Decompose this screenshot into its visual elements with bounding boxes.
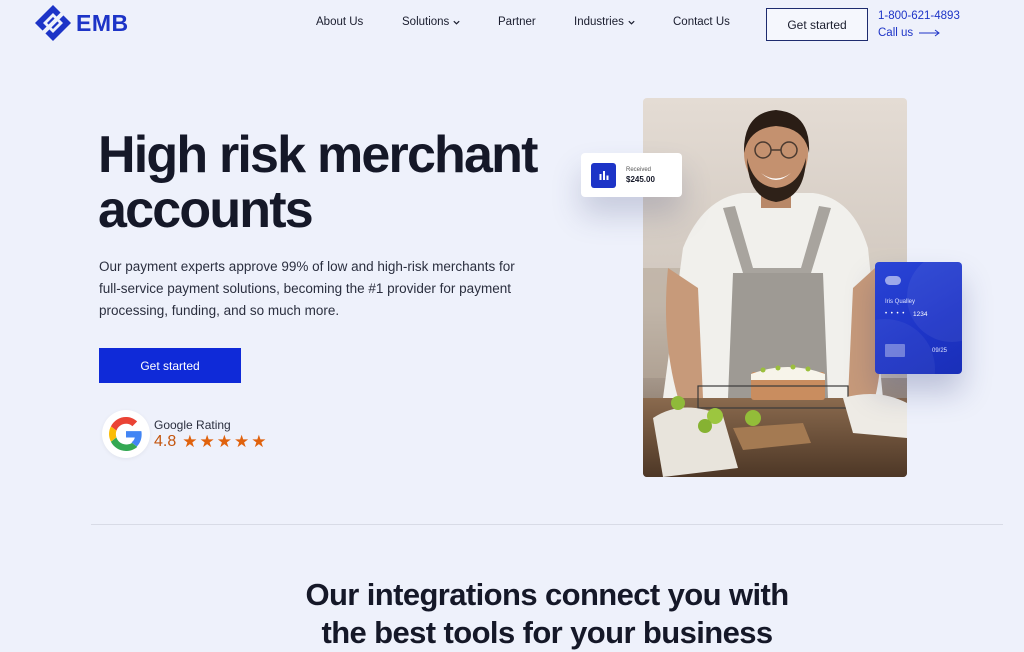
hero-get-started-button[interactable]: Get started <box>99 348 241 383</box>
rating-label: Google Rating <box>154 417 231 432</box>
chevron-down-icon <box>453 20 460 25</box>
star-icon: ★ <box>182 432 198 451</box>
bar-chart-icon <box>591 162 616 188</box>
rating-score: 4.8 <box>154 432 177 450</box>
main-nav: About Us Solutions Partner Industries Co… <box>0 16 1024 32</box>
star-icon: ★ <box>199 432 215 451</box>
rating-stars: ★ ★ ★ ★ ★ <box>182 433 268 450</box>
nav-label: Solutions <box>402 16 450 28</box>
card-toggle-icon <box>885 276 901 285</box>
nav-item-industries[interactable]: Industries <box>574 16 636 28</box>
integrations-title: Our integrations connect you with the be… <box>232 576 862 652</box>
integrations-title-line2: the best tools for your business <box>321 615 773 650</box>
received-amount: $245.00 <box>626 174 655 184</box>
hero-title: High risk merchant accounts <box>98 126 538 239</box>
arrow-right-icon <box>919 29 940 37</box>
card-chip-icon <box>885 344 905 357</box>
nav-item-contact-us[interactable]: Contact Us <box>673 16 730 28</box>
hero-photo-baker <box>643 98 907 477</box>
google-icon <box>109 417 142 451</box>
nav-item-about-us[interactable]: About Us <box>316 16 363 28</box>
call-us-label: Call us <box>878 27 914 39</box>
star-icon: ★ <box>251 432 267 451</box>
phone-number-link[interactable]: 1-800-621-4893 <box>878 10 960 22</box>
nav-label: About Us <box>316 16 364 28</box>
nav-label: Industries <box>574 16 624 28</box>
hero-description: Our payment experts approve 99% of low a… <box>99 259 515 318</box>
google-logo <box>102 410 150 458</box>
star-icon: ★ <box>216 432 232 451</box>
section-divider <box>91 524 1003 525</box>
nav-label: Contact Us <box>673 16 730 28</box>
nav-item-solutions[interactable]: Solutions <box>402 16 461 28</box>
nav-item-partner[interactable]: Partner <box>498 16 536 28</box>
received-label: Received <box>626 166 652 173</box>
card-last4: 1234 <box>913 311 928 318</box>
star-icon: ★ <box>234 432 250 451</box>
card-masked-digits: • • • • <box>885 311 906 317</box>
card-expiry: 09/25 <box>932 348 948 354</box>
chevron-down-icon <box>628 20 635 25</box>
card-holder-name: Iris Qualley <box>885 299 916 305</box>
integrations-title-line1: Our integrations connect you with <box>305 577 789 612</box>
call-us-link[interactable]: Call us <box>878 27 941 39</box>
received-payment-card: Received $245.00 <box>581 153 682 197</box>
nav-label: Partner <box>498 16 536 28</box>
credit-card-graphic: Iris Qualley • • • • 1234 09/25 <box>875 262 962 374</box>
google-rating: Google Rating 4.8 ★ ★ ★ ★ ★ <box>102 410 269 458</box>
header-get-started-button[interactable]: Get started <box>766 8 868 41</box>
